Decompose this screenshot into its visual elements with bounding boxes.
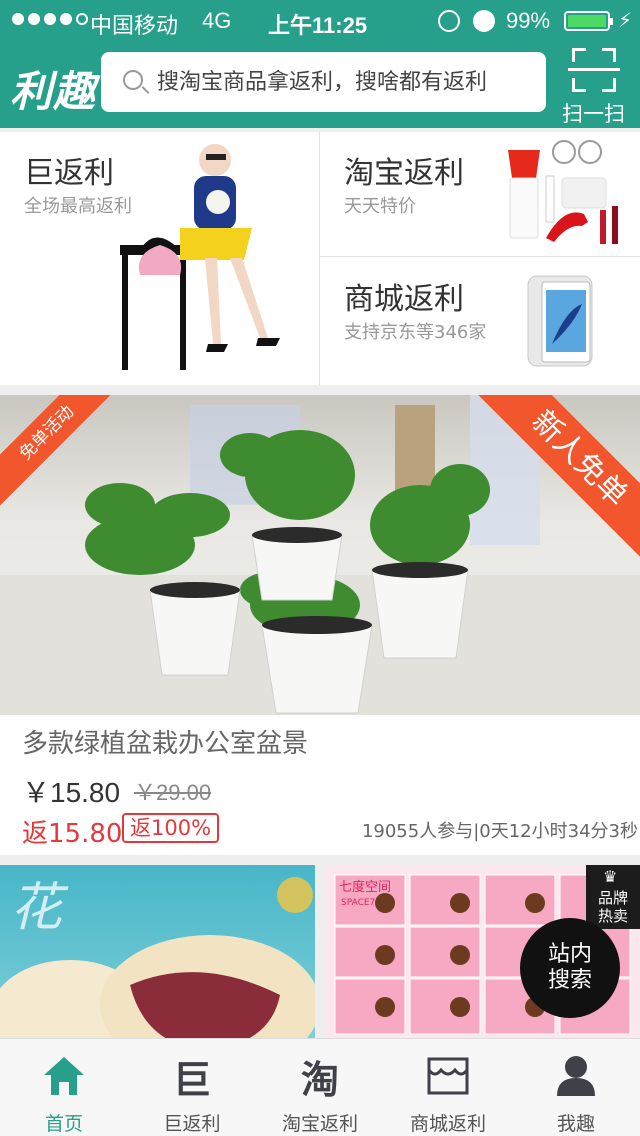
home-icon <box>40 1053 88 1099</box>
category-mall-rebate[interactable]: 商城返利 支持京东等346家 <box>320 258 640 385</box>
bottom-tab-bar: 首页 巨 巨返利 淘 淘宝返利 商城返利 我趣 <box>0 1038 640 1136</box>
category-title: 淘宝返利 <box>344 156 464 191</box>
category-taobao-rebate[interactable]: 淘宝返利 天天特价 <box>320 132 640 257</box>
site-search-button[interactable]: 站内 搜索 <box>520 918 620 1018</box>
app-header: 中国移动 4G 上午11:25 99% ⚡ 利趣 扫一扫 <box>0 0 640 128</box>
scan-button[interactable]: 扫一扫 <box>556 46 636 126</box>
search-bar[interactable] <box>101 52 546 112</box>
crown-icon: ♛ <box>603 867 618 886</box>
tab-profile[interactable]: 我趣 <box>512 1039 640 1136</box>
battery-percent: 99% <box>506 8 551 33</box>
product-price: ￥15.80 <box>22 777 121 808</box>
category-subtitle: 天天特价 <box>344 196 416 217</box>
site-search-line2: 搜索 <box>547 968 592 993</box>
model-on-chair-image <box>120 144 280 370</box>
tab-label: 商城返利 <box>409 1113 486 1135</box>
rebate-amount: 返15.80 <box>22 819 123 849</box>
status-time: 上午11:25 <box>268 13 368 38</box>
search-icon <box>123 70 143 90</box>
super-rebate-icon: 巨 <box>172 1057 211 1102</box>
brand-badge-line2: 热卖 <box>597 907 628 925</box>
featured-banner-image[interactable]: 免单活动 新人免单 <box>0 395 640 715</box>
svg-text:花: 花 <box>10 878 69 938</box>
rebate-percent-badge: 返100% <box>122 813 220 843</box>
product-tile-pastry[interactable]: 花 <box>0 865 315 1040</box>
category-super-rebate[interactable]: 巨返利 全场最高返利 <box>0 132 319 385</box>
brand-logo-subtext: SPACE7 <box>341 898 375 908</box>
site-search-line1: 站内 <box>547 942 592 967</box>
user-icon <box>552 1053 600 1099</box>
category-title: 巨返利 <box>24 156 114 191</box>
search-input[interactable] <box>157 52 537 112</box>
category-title: 商城返利 <box>344 282 464 317</box>
product-title[interactable]: 多款绿植盆栽办公室盆景 <box>22 723 308 760</box>
category-subtitle: 支持京东等346家 <box>344 322 487 343</box>
iphone-image <box>527 275 593 367</box>
status-bar: 中国移动 4G 上午11:25 99% ⚡ <box>0 0 640 40</box>
tab-label: 我趣 <box>556 1113 595 1135</box>
category-grid: 巨返利 全场最高返利 淘宝返利 天天特价 商城返利 支持京东等346家 <box>0 132 640 385</box>
signal-strength-icon <box>12 13 88 25</box>
tab-taobao-rebate[interactable]: 淘 淘宝返利 <box>256 1039 384 1136</box>
fashion-items-image <box>508 140 618 244</box>
flower-cake-image: 花 <box>0 877 315 1040</box>
scan-label: 扫一扫 <box>562 102 625 126</box>
tab-label: 淘宝返利 <box>281 1113 358 1135</box>
brand-logo-text: 七度空间 <box>339 879 391 895</box>
store-icon <box>424 1053 472 1099</box>
featured-deal-card[interactable]: 免单活动 新人免单 多款绿植盆栽办公室盆景 ￥15.80 ￥29.00 返15.… <box>0 395 640 855</box>
network-type: 4G <box>202 8 232 33</box>
tab-label: 巨返利 <box>163 1113 221 1135</box>
app-logo: 利趣 <box>10 68 97 115</box>
brand-badge-line1: 品牌 <box>597 889 628 907</box>
original-price: ￥29.00 <box>134 780 212 805</box>
scan-icon <box>568 48 620 92</box>
tab-label: 首页 <box>44 1113 83 1135</box>
charging-icon: ⚡ <box>618 10 633 32</box>
rotation-lock-icon <box>438 10 460 32</box>
alarm-icon <box>473 10 495 32</box>
carrier-name: 中国移动 <box>90 13 179 38</box>
battery-icon <box>564 11 613 31</box>
tab-home[interactable]: 首页 <box>0 1039 128 1136</box>
taobao-icon: 淘 <box>300 1057 339 1102</box>
participants-countdown: 19055人参与|0天12小时34分3秒 <box>361 821 638 842</box>
tab-mall-rebate[interactable]: 商城返利 <box>384 1039 512 1136</box>
tab-super-rebate[interactable]: 巨 巨返利 <box>128 1039 256 1136</box>
brand-hot-sale-badge[interactable]: ♛ 品牌 热卖 <box>586 865 640 929</box>
